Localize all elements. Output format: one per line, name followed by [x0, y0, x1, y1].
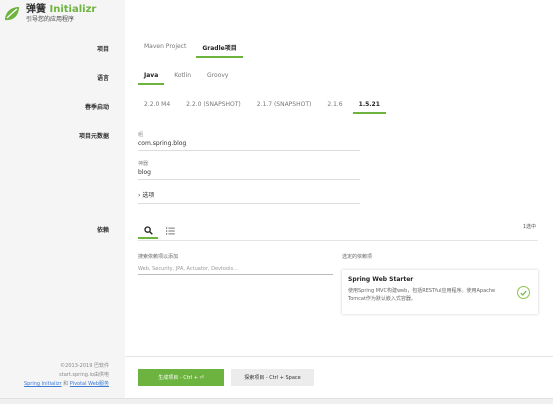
check-icon[interactable] — [517, 286, 530, 299]
dependency-tabs: 1选中 — [138, 223, 538, 241]
group-field-label: 组 — [138, 132, 144, 138]
boot-option-2-2-0-snapshot[interactable]: 2.2.0 (SNAPSHOT) — [180, 101, 247, 114]
footer-copyright: ©2013-2019 巴软件 — [60, 363, 109, 369]
boot-option-2-1-7-snapshot[interactable]: 2.1.7 (SNAPSHOT) — [251, 101, 318, 114]
artifact-field[interactable]: 神器 blog — [138, 160, 360, 180]
group-field-value[interactable]: com.spring.blog — [138, 139, 360, 148]
artifact-field-value[interactable]: blog — [138, 168, 360, 177]
dependency-card-description: 使用Spring MVC构建web，包括RESTful应用程序。使用Apache… — [348, 288, 496, 302]
metadata-label: 项目元数据 — [78, 133, 109, 140]
brand-title-accent: Initializr — [49, 4, 97, 15]
brand-logo[interactable]: 弹簧 Initializr 引导您的应用程序 — [3, 4, 96, 24]
dependency-search-input[interactable] — [138, 263, 333, 275]
dependency-card-title: Spring Web Starter — [348, 276, 414, 283]
language-option-java[interactable]: Java — [138, 72, 165, 85]
bottom-strip — [0, 398, 553, 404]
list-icon — [165, 227, 175, 235]
boot-option-2-1-6[interactable]: 2.1.6 — [321, 101, 348, 114]
main-panel: Maven Project Gradle项目 Java Kotlin Groov… — [125, 0, 553, 404]
brand-subtitle: 引导您的应用程序 — [26, 16, 75, 23]
chevron-right-icon: › — [138, 192, 141, 199]
boot-option-1-5-21[interactable]: 1.5.21 — [352, 101, 386, 114]
boot-option-2-2-0-m4[interactable]: 2.2.0 M4 — [138, 101, 176, 114]
group-field[interactable]: 组 com.spring.blog — [138, 131, 360, 151]
selected-dependencies-label: 选定的依赖项 — [342, 254, 373, 260]
language-option-kotlin[interactable]: Kotlin — [168, 72, 197, 85]
footer-powered: start.spring.io由供电 — [59, 372, 109, 378]
explore-project-button[interactable]: 探索项目 - Ctrl + Space — [231, 369, 314, 386]
footer: ©2013-2019 巴软件 start.spring.io由供电 Spring… — [24, 362, 109, 389]
project-options: Maven Project Gradle项目 — [138, 43, 247, 58]
dependencies-label: 依赖 — [96, 227, 109, 234]
options-toggle-label: 选项 — [142, 192, 155, 199]
boot-version-options: 2.2.0 M4 2.2.0 (SNAPSHOT) 2.1.7 (SNAPSHO… — [138, 101, 390, 114]
action-bar: 生成项目 - Ctrl + ⏎ 探索项目 - Ctrl + Space — [125, 356, 553, 404]
project-option-gradle[interactable]: Gradle项目 — [196, 43, 243, 58]
options-toggle[interactable]: › 选项 — [138, 190, 360, 204]
spring-initializr-link[interactable]: Spring Initializr — [24, 381, 62, 387]
brand-title: 弹簧 Initializr — [26, 4, 96, 16]
search-label: 搜索依赖项以添加 — [138, 254, 179, 260]
pivotal-web-services-link[interactable]: Pivotal Web服务 — [70, 381, 109, 387]
sidebar: 弹簧 Initializr 引导您的应用程序 项目 语言 春季启动 项目元数据 … — [0, 0, 125, 404]
brand-title-prefix: 弹簧 — [26, 4, 46, 15]
dependency-card[interactable]: Spring Web Starter 使用Spring MVC构建web，包括R… — [342, 270, 538, 314]
project-option-maven[interactable]: Maven Project — [138, 43, 192, 58]
tab-search[interactable] — [138, 223, 158, 239]
tab-list[interactable] — [160, 223, 180, 239]
spring-boot-label: 春季启动 — [84, 104, 109, 111]
artifact-field-label: 神器 — [138, 161, 149, 167]
language-option-groovy[interactable]: Groovy — [201, 72, 234, 85]
language-label: 语言 — [96, 75, 109, 82]
spring-leaf-icon — [5, 7, 19, 21]
footer-and: 和 — [63, 381, 69, 387]
selected-count-badge: 1选中 — [522, 224, 536, 230]
language-options: Java Kotlin Groovy — [138, 72, 238, 85]
generate-project-button[interactable]: 生成项目 - Ctrl + ⏎ — [138, 369, 224, 386]
project-label: 项目 — [96, 46, 109, 53]
search-icon — [143, 225, 153, 235]
